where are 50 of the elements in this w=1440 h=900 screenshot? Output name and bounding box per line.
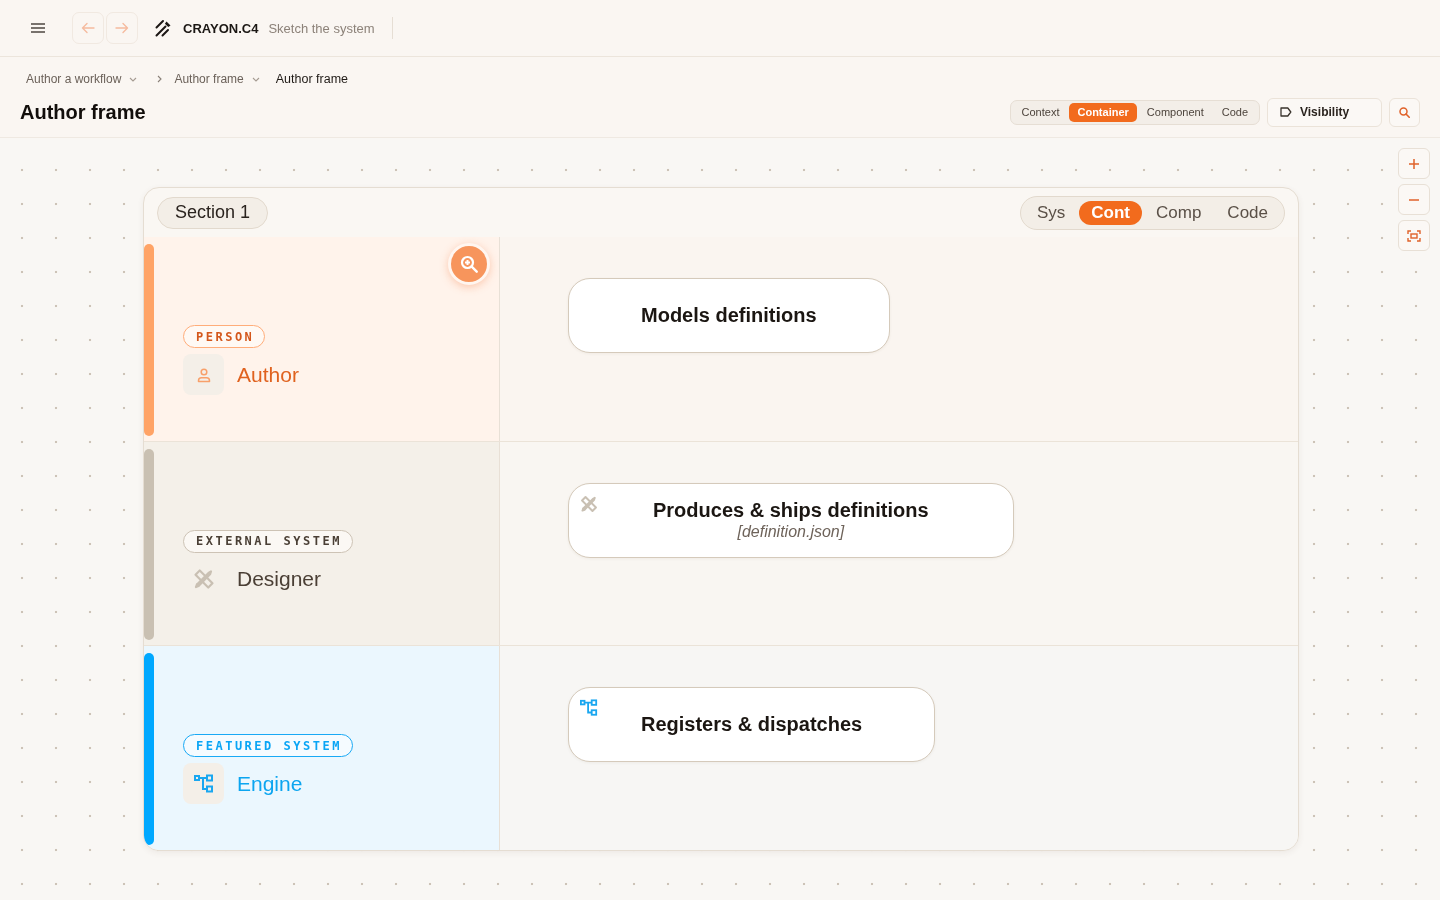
actor-name: Engine: [237, 771, 303, 796]
visibility-button[interactable]: Visibility: [1267, 97, 1382, 127]
type-badge: FEATURED SYSTEM: [183, 734, 353, 758]
search-button[interactable]: [1389, 97, 1420, 127]
menu-icon: [31, 23, 45, 33]
card-technology: [definition.json]: [737, 521, 845, 542]
fit-view-icon: [1407, 229, 1421, 242]
app-tagline: Sketch the system: [268, 20, 375, 36]
app-name: CRAYON.C4: [183, 20, 259, 36]
hierarchy-icon: [580, 699, 598, 718]
actor-name: Designer: [237, 567, 322, 592]
zoom-in-button[interactable]: [1398, 148, 1430, 179]
level-tab[interactable]: Code: [1213, 102, 1256, 122]
breadcrumb-current: Author frame: [275, 72, 348, 86]
card-title: Registers & dispatches: [641, 713, 863, 737]
container-card[interactable]: Models definitions: [568, 278, 890, 353]
pencil-ruler-icon: [192, 568, 215, 591]
chevron-down-icon: [129, 76, 138, 82]
minus-icon: [1409, 198, 1419, 201]
hierarchy-icon: [193, 773, 214, 794]
search-icon: [1399, 106, 1410, 118]
chevron-right-icon: [157, 75, 163, 83]
container-card[interactable]: Produces & ships definitions [definition.json]: [568, 482, 1014, 558]
zoom-out-button[interactable]: [1398, 184, 1430, 215]
arrow-left-icon: [81, 22, 95, 34]
type-badge: PERSON: [183, 325, 266, 348]
level-tab[interactable]: Comp: [1144, 200, 1214, 225]
arrow-right-icon: [115, 22, 129, 34]
zoom-in-icon: [460, 255, 478, 273]
level-tab[interactable]: Sys: [1024, 200, 1078, 225]
level-tab[interactable]: Code: [1215, 200, 1280, 225]
container-card[interactable]: Registers & dispatches: [568, 687, 936, 763]
pencil-ruler-icon: [580, 494, 598, 513]
person-icon: [195, 366, 212, 383]
page-title: Author frame: [20, 100, 146, 124]
card-title: Produces & ships definitions: [653, 498, 929, 522]
level-tab[interactable]: Component: [1138, 102, 1212, 122]
chevron-down-icon: [251, 76, 260, 82]
pencil-icon: [155, 19, 173, 37]
plus-icon: [1409, 158, 1419, 169]
card-title: Models definitions: [641, 304, 817, 327]
breadcrumb-link[interactable]: Author a workflow: [26, 72, 138, 86]
actor-name: Author: [237, 362, 299, 387]
level-tab[interactable]: Context: [1013, 102, 1068, 122]
menu-button[interactable]: [30, 20, 46, 36]
type-badge: EXTERNAL SYSTEM: [183, 529, 353, 553]
section-title: Section 1: [157, 196, 269, 229]
fit-view-button[interactable]: [1398, 220, 1430, 251]
breadcrumb-link[interactable]: Author frame: [174, 72, 260, 86]
tag-icon: [1280, 107, 1292, 117]
